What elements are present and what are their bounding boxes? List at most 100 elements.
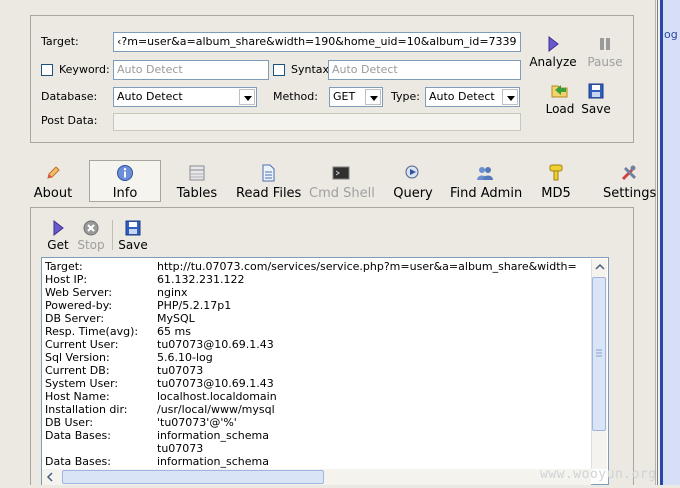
save-output-button[interactable]: Save <box>117 220 149 252</box>
background-window <box>663 0 680 485</box>
tools-icon <box>621 165 637 181</box>
syntax-label: Syntax: <box>291 63 333 76</box>
info-value: tu07073@10.69.1.43 <box>157 338 274 351</box>
analyze-label: Analyze <box>529 55 577 69</box>
stop-button[interactable]: Stop <box>76 220 106 252</box>
key-icon <box>549 164 563 181</box>
info-value: tu07073 <box>157 442 204 455</box>
info-key: Data Bases: <box>45 429 111 442</box>
info-value: tu07073 <box>157 364 204 377</box>
load-button[interactable]: Load <box>541 83 579 116</box>
info-row: Host IP: 61.132.231.122 <box>45 273 244 286</box>
save-output-label: Save <box>118 238 148 252</box>
tab-find-admin-label: Find Admin <box>450 186 523 201</box>
database-label: Database: <box>41 90 98 103</box>
info-value: 5.6.10-log <box>157 351 213 364</box>
pause-icon <box>600 38 610 50</box>
info-key: Host Name: <box>45 390 110 403</box>
info-value: information_schema <box>157 429 269 442</box>
info-icon <box>117 165 133 181</box>
info-key: Sql Version: <box>45 351 110 364</box>
info-row: Sql Version: 5.6.10-log <box>45 351 213 364</box>
tab-query[interactable]: Query <box>390 164 436 201</box>
info-value: MySQL <box>157 312 195 325</box>
window-edge-line <box>657 0 658 485</box>
tab-read-files[interactable]: Read Files <box>236 164 301 201</box>
document-icon <box>262 164 275 182</box>
info-key: DB Server: <box>45 312 105 325</box>
scroll-left-icon[interactable] <box>42 469 58 485</box>
tab-find-admin[interactable]: Find Admin <box>450 164 523 201</box>
info-row: Current DB: tu07073 <box>45 364 203 377</box>
tab-settings[interactable]: Settings <box>603 164 657 201</box>
info-row: Host Name: localhost.localdomain <box>45 390 277 403</box>
info-row: Target: http://tu.07073.com/services/serv… <box>45 260 577 273</box>
type-select-value: Auto Detect <box>429 90 495 103</box>
info-row: Data Bases: information_schema <box>45 429 269 442</box>
chevron-down-icon[interactable] <box>239 89 255 105</box>
info-key: Web Server: <box>45 286 113 299</box>
info-key: Current DB: <box>45 364 110 377</box>
tab-md5[interactable]: MD5 <box>538 164 574 201</box>
keyword-input[interactable]: Auto Detect <box>113 60 269 80</box>
info-key: Data Bases: <box>45 455 111 468</box>
info-key: Target: <box>45 260 83 273</box>
pencil-icon <box>47 166 60 179</box>
table-icon <box>189 165 205 181</box>
stop-label: Stop <box>77 238 105 252</box>
info-row: Current User: tu07073@10.69.1.43 <box>45 338 274 351</box>
grip-icon <box>596 349 602 357</box>
info-value: 61.132.231.122 <box>157 273 245 286</box>
tab-md5-label: MD5 <box>541 186 571 201</box>
pause-button[interactable]: Pause <box>582 36 628 69</box>
info-key: Current User: <box>45 338 119 351</box>
info-key: Host IP: <box>45 273 88 286</box>
load-label: Load <box>545 102 575 116</box>
syntax-checkbox[interactable] <box>273 64 285 76</box>
info-value: http://tu.07073.com/services/service.php… <box>157 260 577 273</box>
target-input[interactable]: ‹?m=user&a=album_share&width=190&home_ui… <box>113 32 521 52</box>
info-row: Web Server: nginx <box>45 286 188 299</box>
save-config-label: Save <box>581 102 611 116</box>
keyword-label: Keyword: <box>59 63 110 76</box>
tab-about[interactable]: About <box>30 164 76 201</box>
postdata-input[interactable] <box>113 113 521 131</box>
query-icon <box>405 165 419 179</box>
get-label: Get <box>47 238 69 252</box>
target-label: Target: <box>41 35 79 48</box>
scroll-up-icon[interactable] <box>592 259 608 275</box>
analyze-button[interactable]: Analyze <box>528 36 578 69</box>
tab-query-label: Query <box>393 186 433 201</box>
method-select[interactable]: GET <box>329 87 383 107</box>
get-button[interactable]: Get <box>45 220 71 252</box>
info-value: localhost.localdomain <box>157 390 277 403</box>
floppy-icon <box>588 83 604 99</box>
type-select[interactable]: Auto Detect <box>425 87 520 107</box>
horizontal-scroll-thumb[interactable] <box>62 470 324 484</box>
tab-cmd-shell-label: Cmd Shell <box>309 186 375 201</box>
info-row: Installation dir: /usr/local/www/mysql <box>45 403 275 416</box>
tab-settings-label: Settings <box>603 186 657 201</box>
keyword-checkbox[interactable] <box>41 64 53 76</box>
watermark: www.wooyun.org <box>540 467 657 482</box>
method-label: Method: <box>273 90 318 103</box>
info-row: tu07073 <box>45 442 203 455</box>
floppy-icon <box>125 220 141 236</box>
tab-cmd-shell[interactable]: Cmd Shell <box>309 164 375 201</box>
syntax-input[interactable]: Auto Detect <box>328 60 521 80</box>
tab-info[interactable]: Info <box>100 164 150 201</box>
database-select[interactable]: Auto Detect <box>113 87 257 107</box>
info-key: Installation dir: <box>45 403 128 416</box>
method-select-value: GET <box>333 90 356 103</box>
users-icon <box>477 167 493 180</box>
save-config-button[interactable]: Save <box>578 83 614 116</box>
tab-tables[interactable]: Tables <box>174 164 220 201</box>
background-window-text: og <box>664 28 678 41</box>
pause-label: Pause <box>587 55 623 69</box>
info-row: Resp. Time(avg): 65 ms <box>45 325 191 338</box>
chevron-down-icon[interactable] <box>502 89 518 105</box>
vertical-scroll-thumb[interactable] <box>592 277 606 431</box>
info-output[interactable]: Target: http://tu.07073.com/services/serv… <box>41 257 609 485</box>
info-value: nginx <box>157 286 188 299</box>
chevron-down-icon[interactable] <box>365 89 381 105</box>
